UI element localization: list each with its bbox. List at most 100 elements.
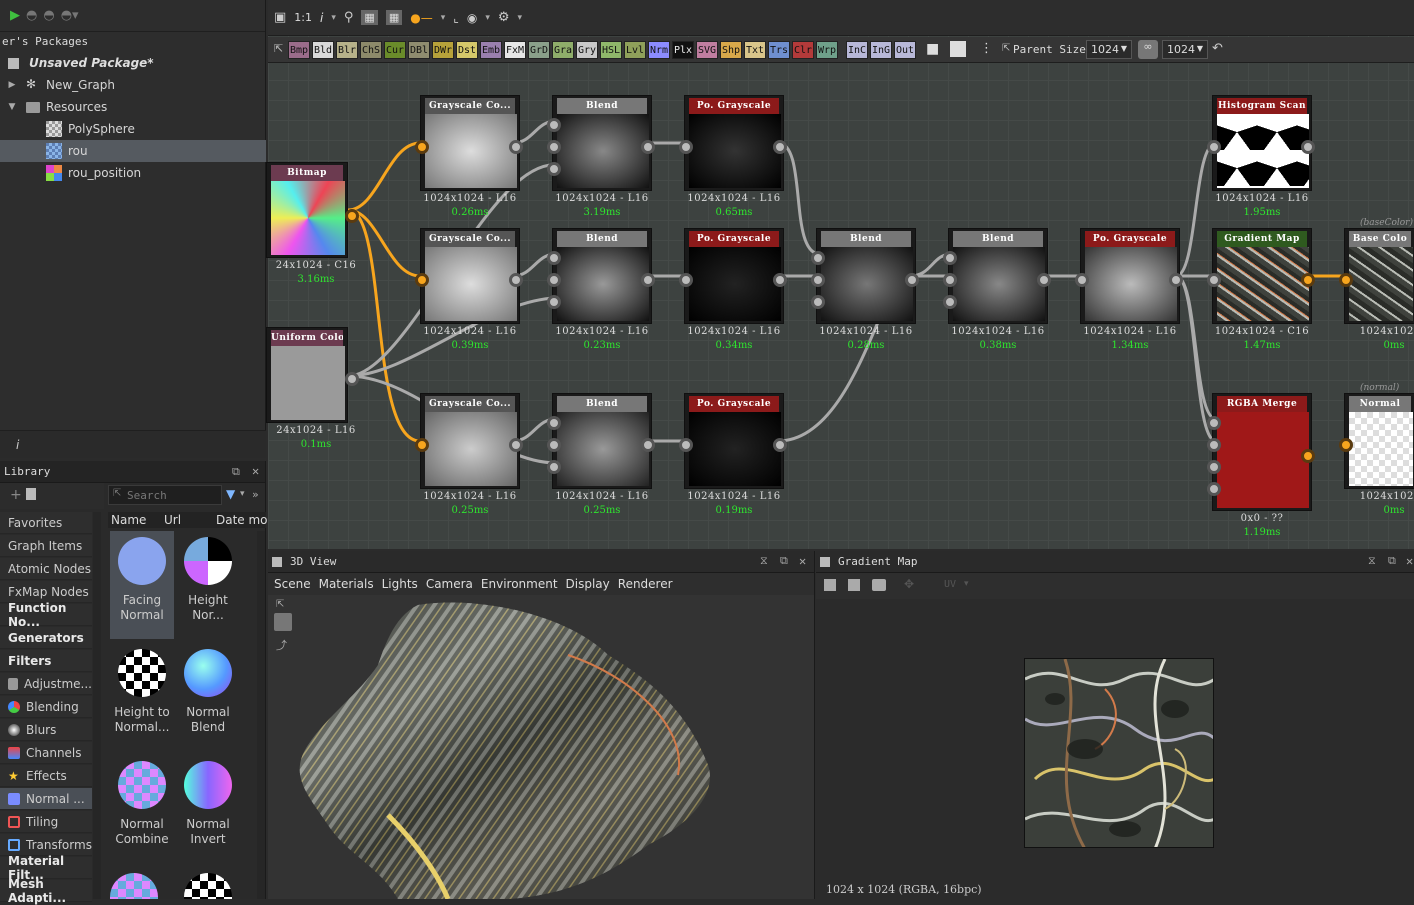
input-port[interactable] (547, 460, 561, 474)
input-port[interactable] (547, 273, 561, 287)
graph-node[interactable]: Blend (811, 228, 919, 324)
save-icon[interactable] (848, 579, 860, 591)
tile-normal-invert[interactable]: Normal Invert (176, 755, 240, 863)
search-input[interactable]: ⇱ Search (108, 485, 222, 505)
category-filters[interactable]: Filters (0, 650, 92, 672)
input-port[interactable] (547, 162, 561, 176)
graph-node[interactable]: Po. Grayscale (679, 228, 787, 324)
input-port[interactable] (943, 295, 957, 309)
column-date[interactable]: Date mod (216, 513, 275, 527)
graph-node[interactable]: Base Colo (1339, 228, 1414, 324)
tile-height-to-normal[interactable]: Height to Normal... (110, 643, 174, 751)
input-port[interactable] (679, 140, 693, 154)
uv-dropdown-icon[interactable]: ▾ (964, 579, 969, 589)
float-panel-icon[interactable]: ⧉ (780, 554, 788, 568)
output-port[interactable] (345, 372, 359, 386)
graph-node[interactable]: Grayscale Co... (415, 95, 523, 191)
menu-lights[interactable]: Lights (382, 577, 418, 591)
category-blurs[interactable]: Blurs (0, 719, 92, 741)
graph-node[interactable]: RGBA Merge (1207, 393, 1315, 511)
3d-viewport[interactable]: ⇱ ⤴ (268, 595, 814, 899)
pin-icon[interactable]: ⧖ (1368, 554, 1376, 568)
camera-icon[interactable] (872, 579, 886, 591)
pin-icon[interactable]: ⧖ (760, 554, 768, 568)
input-port[interactable] (811, 295, 825, 309)
menu-scene[interactable]: Scene (274, 577, 311, 591)
output-port[interactable] (773, 273, 787, 287)
graph-node[interactable]: Blend (547, 95, 655, 191)
float-panel-icon[interactable]: ⧉ (1388, 554, 1396, 568)
menu-display[interactable]: Display (566, 577, 610, 591)
input-port[interactable] (679, 438, 693, 452)
tile-normal-combine[interactable]: Normal Combine (110, 755, 174, 863)
graph-node[interactable]: Blend (943, 228, 1051, 324)
add-icon[interactable]: + (10, 487, 22, 503)
category-scrollbar[interactable] (93, 512, 101, 899)
input-port[interactable] (547, 118, 561, 132)
output-port[interactable] (1301, 273, 1315, 287)
tree-item-graph[interactable]: ▶ ✻ New_Graph (0, 74, 266, 96)
graph-node[interactable]: Uniform Color (266, 327, 359, 423)
column-url[interactable]: Url (164, 513, 181, 527)
publish-icon[interactable]: ◓ (26, 8, 37, 23)
category-normal[interactable]: Normal ... (0, 788, 92, 810)
category-favorites[interactable]: Favorites (0, 512, 92, 534)
output-port[interactable] (641, 273, 655, 287)
input-port[interactable] (415, 438, 429, 452)
input-port[interactable] (943, 273, 957, 287)
output-port[interactable] (773, 438, 787, 452)
input-port[interactable] (415, 273, 429, 287)
tree-item-resources[interactable]: ▼ Resources (0, 96, 266, 118)
tree-item-rou-position[interactable]: rou_position (0, 162, 266, 184)
category-graph-items[interactable]: Graph Items (0, 535, 92, 557)
input-port[interactable] (1339, 273, 1353, 287)
input-port[interactable] (811, 273, 825, 287)
output-port[interactable] (1169, 273, 1183, 287)
close-icon[interactable]: ✕ (799, 554, 806, 568)
output-port[interactable] (905, 273, 919, 287)
more-icon[interactable]: » (252, 488, 259, 501)
collapse-arrow-icon[interactable]: ▼ (6, 102, 18, 112)
output-port[interactable] (509, 140, 523, 154)
input-port[interactable] (547, 295, 561, 309)
tile-normal-blend[interactable]: Normal Blend (176, 643, 240, 751)
input-port[interactable] (1207, 438, 1221, 452)
input-port[interactable] (1075, 273, 1089, 287)
uv-label[interactable]: UV (944, 579, 956, 590)
package-options-icon[interactable]: ◓▾ (61, 8, 79, 23)
input-port[interactable] (547, 416, 561, 430)
info-icon[interactable]: i (16, 438, 19, 452)
filter-icon[interactable]: ▼ (226, 487, 235, 501)
graph-node[interactable]: Grayscale Co... (415, 228, 523, 324)
output-port[interactable] (1037, 273, 1051, 287)
category-channels[interactable]: Channels (0, 742, 92, 764)
input-port[interactable] (1207, 416, 1221, 430)
input-port[interactable] (943, 251, 957, 265)
category-atomic-nodes[interactable]: Atomic Nodes (0, 558, 92, 580)
category-function-nodes[interactable]: Function No... (0, 601, 92, 629)
output-port[interactable] (641, 438, 655, 452)
close-icon[interactable]: ✕ (1406, 554, 1413, 568)
tile-facing-normal[interactable]: Facing Normal (110, 531, 174, 639)
graph-node[interactable]: Normal (1339, 393, 1414, 489)
close-icon[interactable]: ✕ (252, 464, 259, 478)
input-port[interactable] (1207, 460, 1221, 474)
menu-camera[interactable]: Camera (426, 577, 473, 591)
output-port[interactable] (773, 140, 787, 154)
filter-dropdown-icon[interactable]: ▾ (240, 489, 245, 499)
graph-node[interactable]: Bitmap (266, 162, 359, 258)
graph-node[interactable]: Grayscale Co... (415, 393, 523, 489)
play-icon[interactable]: ▶ (10, 8, 20, 23)
output-port[interactable] (1301, 140, 1315, 154)
input-port[interactable] (1207, 140, 1221, 154)
input-port[interactable] (547, 251, 561, 265)
category-tiling[interactable]: Tiling (0, 811, 92, 833)
input-port[interactable] (1339, 438, 1353, 452)
input-port[interactable] (415, 140, 429, 154)
graph-node[interactable]: Blend (547, 228, 655, 324)
tree-item-rou[interactable]: rou (0, 140, 266, 162)
graph-node[interactable]: Histogram Scan (1207, 95, 1315, 191)
tile-height-normal[interactable]: Height Nor... (176, 531, 240, 639)
graph-node[interactable]: Gradient Map (1207, 228, 1315, 324)
input-port[interactable] (1207, 482, 1221, 496)
